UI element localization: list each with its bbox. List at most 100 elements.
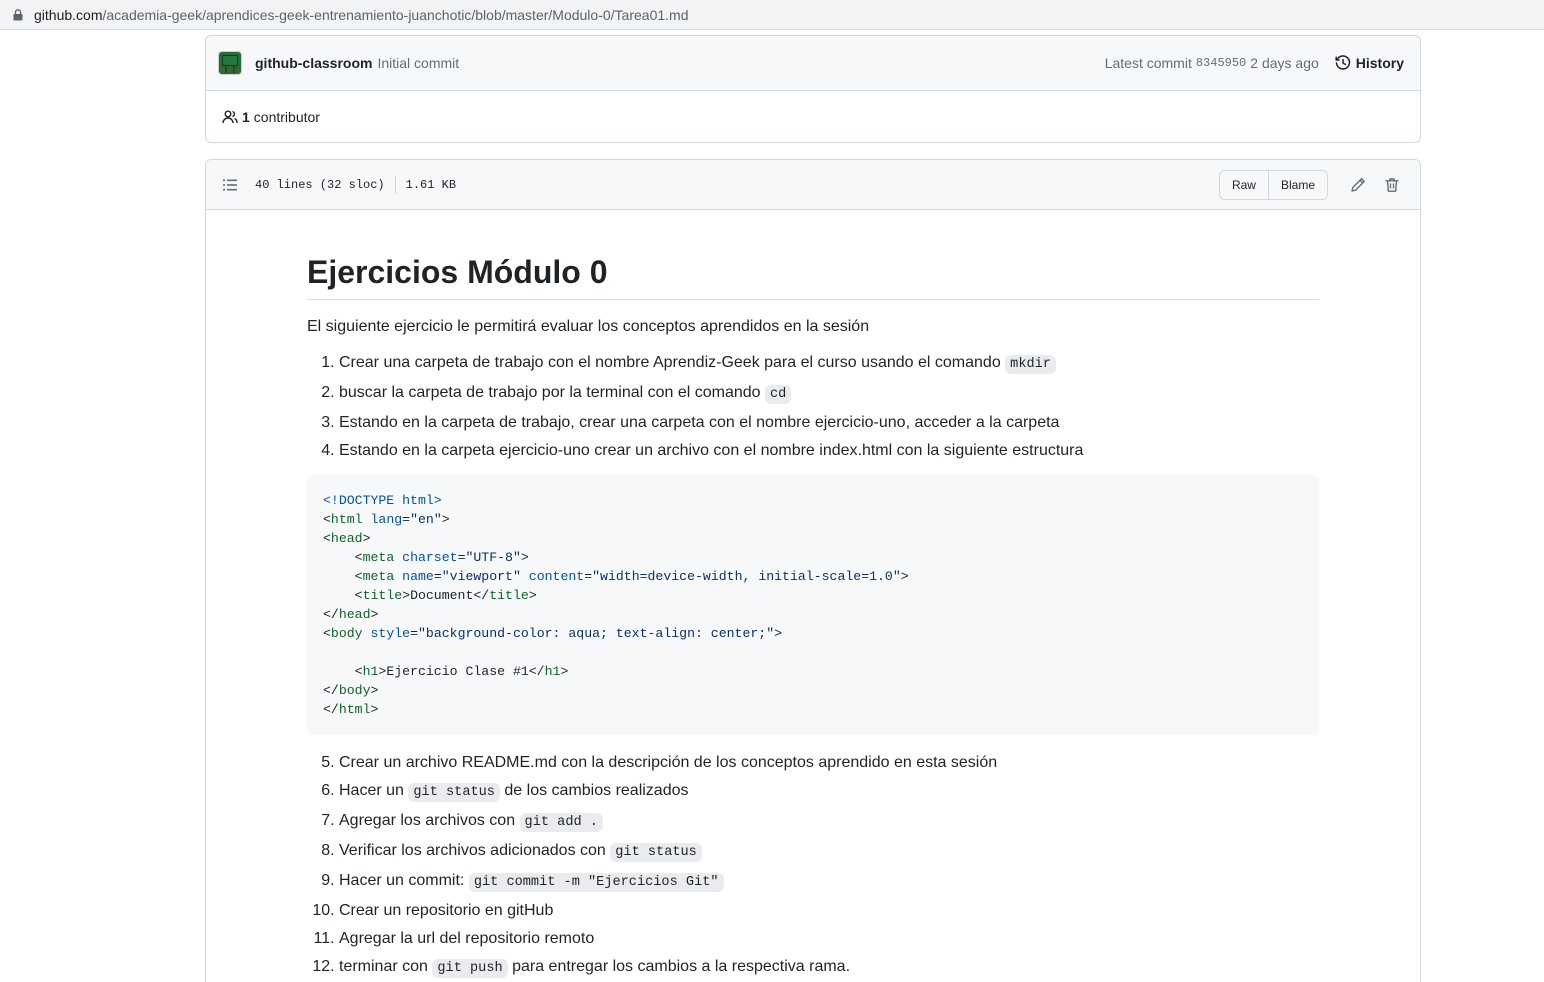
code-token: >	[370, 702, 379, 717]
code-line: <title>Document</title>	[323, 586, 1303, 605]
list-item: Crear un repositorio en gitHub	[339, 899, 1319, 923]
blame-button[interactable]: Blame	[1267, 170, 1327, 199]
code-line: <head>	[323, 529, 1303, 548]
list-item: Agregar la url del repositorio remoto	[339, 927, 1319, 951]
code-token: </	[323, 607, 339, 622]
commit-author-link[interactable]: github-classroom	[255, 55, 372, 71]
address-bar[interactable]: github.com/academia-geek/aprendices-geek…	[0, 0, 1544, 30]
list-item: Agregar los archivos con git add .	[339, 809, 1319, 835]
code-token: "en"	[410, 512, 442, 527]
code-token: "background-color: aqua; text-align: cen…	[418, 626, 775, 641]
list-item: Crear una carpeta de trabajo con el nomb…	[339, 351, 1319, 377]
list-item: Hacer un commit: git commit -m "Ejercici…	[339, 869, 1319, 895]
code-token: html	[338, 702, 371, 717]
code-line: <html lang="en">	[323, 510, 1303, 529]
url-text[interactable]: github.com/academia-geek/aprendices-geek…	[34, 7, 688, 23]
code-token: <!DOCTYPE html>	[323, 493, 442, 508]
step-text: Agregar la url del repositorio remoto	[339, 930, 595, 947]
step-text-after: para entregar los cambios a la respectiv…	[507, 958, 851, 975]
code-line: </html>	[323, 700, 1303, 719]
file-lines: 40 lines (32 sloc)	[255, 177, 385, 192]
step-text-after: de los cambios realizados	[499, 782, 689, 799]
code-line: <!DOCTYPE html>	[323, 491, 1303, 510]
code-line: <meta name="viewport" content="width=dev…	[323, 567, 1303, 586]
url-path: /academia-geek/aprendices-geek-entrenami…	[102, 6, 689, 23]
list-unordered-icon[interactable]	[222, 177, 238, 193]
code-token: =	[433, 569, 442, 584]
code-token: >Ejercicio Clase #1</	[378, 664, 545, 679]
markdown-body: Ejercicios Módulo 0 El siguiente ejercic…	[307, 252, 1319, 982]
page-title: Ejercicios Módulo 0	[307, 252, 1319, 300]
code-token: charset	[402, 550, 458, 565]
code-token: <	[323, 664, 363, 679]
intro-paragraph: El siguiente ejercicio le permitirá eval…	[307, 318, 870, 335]
file-actions: Raw Blame	[1218, 169, 1406, 200]
list-item: Hacer un git status de los cambios reali…	[339, 779, 1319, 805]
list-item: Estando en la carpeta de trabajo, crear …	[339, 411, 1319, 435]
code-token: >	[520, 550, 529, 565]
list-item: Crear un archivo README.md con la descri…	[339, 751, 1319, 775]
contributors-row[interactable]: 1 contributor	[206, 91, 1420, 142]
history-clock-icon	[1335, 55, 1350, 70]
raw-button[interactable]: Raw	[1219, 170, 1268, 199]
step-text: buscar la carpeta de trabajo por la term…	[339, 384, 766, 401]
code-token: =	[402, 512, 411, 527]
file-header: 40 lines (32 sloc) 1.61 KB Raw Blame	[206, 160, 1420, 210]
commit-time: 2 days ago	[1250, 55, 1319, 71]
code-token: head	[338, 607, 371, 622]
code-token: meta	[362, 569, 395, 584]
step-text: Estando en la carpeta de trabajo, crear …	[339, 414, 1060, 431]
code-token: html	[330, 512, 363, 527]
code-token: >	[774, 626, 783, 641]
code-token: name	[402, 569, 434, 584]
file-info-divider	[394, 175, 396, 194]
step-text: Verificar los archivos adicionados con	[339, 842, 611, 859]
code-token: meta	[362, 550, 395, 565]
code-token: body	[338, 683, 371, 698]
code-token: head	[330, 531, 363, 546]
code-token: >	[560, 664, 569, 679]
people-icon	[222, 110, 238, 124]
inline-code: cd	[765, 385, 792, 404]
code-token: content	[528, 569, 585, 584]
url-host: github.com	[34, 6, 103, 23]
latest-commit-label: Latest commit	[1104, 55, 1192, 71]
code-token: >Document</	[402, 588, 490, 603]
step-text: Crear un archivo README.md con la descri…	[339, 754, 998, 771]
commit-message-link[interactable]: Initial commit	[377, 55, 459, 71]
step-text: Hacer un commit:	[339, 872, 469, 889]
inline-code: git push	[432, 959, 508, 978]
code-token: "viewport"	[441, 569, 521, 584]
pencil-icon[interactable]	[1344, 171, 1372, 199]
history-link[interactable]: History	[1335, 55, 1404, 71]
step-text: Hacer un	[339, 782, 409, 799]
step-text: Crear una carpeta de trabajo con el nomb…	[339, 354, 1006, 371]
code-block: <!DOCTYPE html> <html lang="en"> <head> <m…	[307, 475, 1319, 735]
step-text: Crear un repositorio en gitHub	[339, 902, 554, 919]
inline-code: mkdir	[1005, 355, 1056, 374]
step-text: terminar con	[339, 958, 433, 975]
commit-sha-link[interactable]: 8345950	[1196, 56, 1246, 70]
code-token: >	[441, 512, 450, 527]
code-token: >	[370, 683, 379, 698]
code-token: <	[323, 626, 331, 641]
list-item: Estando en la carpeta ejercicio-uno crea…	[339, 439, 1319, 463]
step-text: Estando en la carpeta ejercicio-uno crea…	[339, 442, 1084, 459]
raw-blame-group: Raw Blame	[1218, 169, 1328, 200]
code-token: <	[323, 531, 331, 546]
code-token: =	[410, 626, 418, 641]
code-token: <	[323, 512, 331, 527]
code-token: </	[323, 683, 339, 698]
trash-icon[interactable]	[1378, 171, 1406, 199]
step-text: Agregar los archivos con	[339, 812, 520, 829]
code-line: <body style="background-color: aqua; tex…	[323, 624, 1303, 643]
author-avatar[interactable]	[218, 51, 242, 75]
code-token: body	[330, 626, 363, 641]
lock-icon	[12, 8, 24, 22]
code-token: title	[362, 588, 403, 603]
inline-code: git add .	[519, 813, 603, 832]
